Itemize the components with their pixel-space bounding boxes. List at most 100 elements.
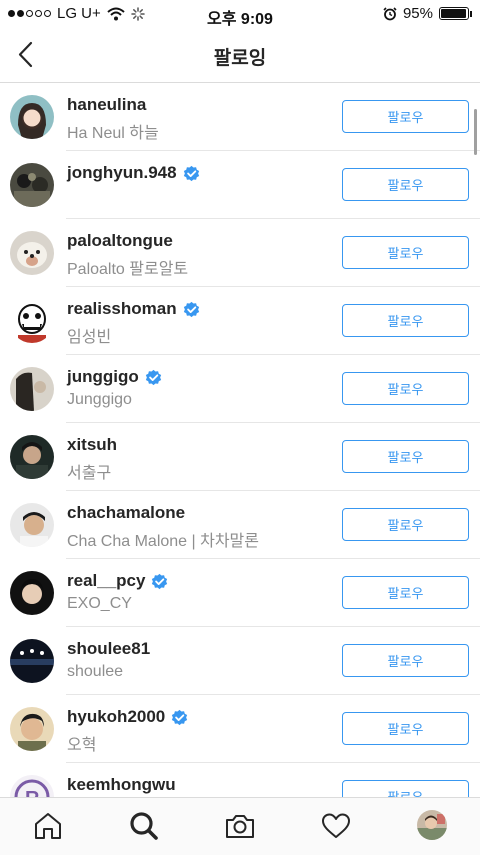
username-line: keemhongwu bbox=[67, 775, 176, 795]
tab-camera[interactable] bbox=[224, 810, 256, 842]
list-item[interactable]: real__pcy EXO_CY 팔로우 bbox=[0, 559, 480, 627]
username-line: xitsuh bbox=[67, 435, 117, 455]
avatar-image: R bbox=[10, 775, 54, 797]
heart-icon bbox=[322, 813, 350, 838]
avatar[interactable] bbox=[10, 231, 54, 275]
username[interactable]: realisshoman bbox=[67, 299, 177, 319]
username-line: junggigo bbox=[67, 367, 162, 387]
follow-button[interactable]: 팔로우 bbox=[342, 576, 469, 609]
username-line: jonghyun.948 bbox=[67, 163, 200, 183]
username[interactable]: hyukoh2000 bbox=[67, 707, 165, 727]
avatar[interactable] bbox=[10, 299, 54, 343]
list-item[interactable]: xitsuh 서출구 팔로우 bbox=[0, 423, 480, 491]
tab-activity[interactable] bbox=[320, 810, 352, 842]
tab-search[interactable] bbox=[128, 810, 160, 842]
follow-button[interactable]: 팔로우 bbox=[342, 100, 469, 133]
avatar[interactable] bbox=[10, 571, 54, 615]
username-line: real__pcy bbox=[67, 571, 168, 591]
avatar-image bbox=[10, 299, 54, 343]
list-item[interactable]: realisshoman 임성빈 팔로우 bbox=[0, 287, 480, 355]
status-right: 95% bbox=[383, 5, 472, 22]
list-item[interactable]: junggigo Junggigo 팔로우 bbox=[0, 355, 480, 423]
verified-badge-icon bbox=[172, 709, 188, 725]
avatar-image bbox=[10, 571, 54, 615]
list-item[interactable]: haneulina Ha Neul 하늘 팔로우 bbox=[0, 83, 480, 151]
verified-badge-icon bbox=[145, 369, 161, 385]
battery-cap bbox=[470, 10, 472, 17]
tab-home[interactable] bbox=[32, 810, 64, 842]
username[interactable]: xitsuh bbox=[67, 435, 117, 455]
avatar-image bbox=[10, 503, 54, 547]
tab-bar bbox=[0, 797, 480, 855]
username[interactable]: shoulee81 bbox=[67, 639, 150, 659]
username[interactable]: paloaltongue bbox=[67, 231, 173, 251]
username-line: haneulina bbox=[67, 95, 146, 115]
username-line: paloaltongue bbox=[67, 231, 173, 251]
home-icon bbox=[35, 813, 61, 839]
list-item[interactable]: shoulee81 shoulee 팔로우 bbox=[0, 627, 480, 695]
full-name: 임성빈 bbox=[67, 329, 112, 346]
list-item[interactable]: chachamalone Cha Cha Malone | 차차말론 팔로우 bbox=[0, 491, 480, 559]
avatar[interactable] bbox=[10, 367, 54, 411]
full-name: Cha Cha Malone | 차차말론 bbox=[67, 533, 259, 550]
username[interactable]: chachamalone bbox=[67, 503, 185, 523]
avatar[interactable] bbox=[10, 163, 54, 207]
battery-percent: 95% bbox=[402, 5, 433, 22]
full-name: Ha Neul 하늘 bbox=[67, 125, 159, 142]
avatar-image bbox=[10, 639, 54, 683]
avatar-image bbox=[10, 163, 54, 207]
username[interactable]: junggigo bbox=[67, 367, 139, 387]
avatar[interactable] bbox=[10, 639, 54, 683]
avatar-image bbox=[10, 231, 54, 275]
follow-button[interactable]: 팔로우 bbox=[342, 304, 469, 337]
avatar-image bbox=[10, 367, 54, 411]
follow-button[interactable]: 팔로우 bbox=[342, 236, 469, 269]
avatar[interactable] bbox=[10, 503, 54, 547]
profile-avatar bbox=[417, 810, 447, 840]
search-icon bbox=[130, 812, 158, 840]
full-name: 서출구 bbox=[67, 465, 112, 482]
tab-profile[interactable] bbox=[417, 810, 447, 840]
avatar[interactable] bbox=[10, 435, 54, 479]
verified-badge-icon bbox=[183, 165, 199, 181]
username-line: chachamalone bbox=[67, 503, 185, 523]
follow-button[interactable]: 팔로우 bbox=[342, 780, 469, 797]
svg-text:R: R bbox=[25, 788, 40, 797]
follow-button[interactable]: 팔로우 bbox=[342, 712, 469, 745]
following-list[interactable]: haneulina Ha Neul 하늘 팔로우 jonghyun.948 팔로… bbox=[0, 83, 480, 797]
avatar[interactable] bbox=[10, 95, 54, 139]
battery-level bbox=[441, 9, 466, 18]
full-name: 오혁 bbox=[67, 737, 97, 754]
navigation-bar: 팔로잉 bbox=[0, 28, 480, 83]
verified-badge-icon bbox=[183, 301, 199, 317]
list-item[interactable]: jonghyun.948 팔로우 bbox=[0, 151, 480, 219]
full-name: shoulee bbox=[67, 663, 124, 680]
avatar-image bbox=[10, 95, 54, 139]
username[interactable]: jonghyun.948 bbox=[67, 163, 177, 183]
avatar-image bbox=[10, 435, 54, 479]
verified-badge-icon bbox=[152, 573, 168, 589]
avatar-image bbox=[10, 707, 54, 751]
username[interactable]: haneulina bbox=[67, 95, 146, 115]
follow-button[interactable]: 팔로우 bbox=[342, 168, 469, 201]
battery-icon bbox=[439, 7, 469, 20]
username-line: realisshoman bbox=[67, 299, 200, 319]
follow-button[interactable]: 팔로우 bbox=[342, 644, 469, 677]
username-line: hyukoh2000 bbox=[67, 707, 188, 727]
status-bar: LG U+ 오후 9:09 95% bbox=[0, 0, 480, 28]
list-item[interactable]: R keemhongwu 팔로우 bbox=[0, 763, 480, 797]
full-name: Paloalto 팔로알토 bbox=[67, 261, 189, 278]
list-item[interactable]: paloaltongue Paloalto 팔로알토 팔로우 bbox=[0, 219, 480, 287]
username[interactable]: keemhongwu bbox=[67, 775, 176, 795]
username[interactable]: real__pcy bbox=[67, 571, 145, 591]
page-title: 팔로잉 bbox=[213, 48, 267, 69]
scrollbar bbox=[474, 109, 477, 155]
follow-button[interactable]: 팔로우 bbox=[342, 440, 469, 473]
follow-button[interactable]: 팔로우 bbox=[342, 372, 469, 405]
follow-button[interactable]: 팔로우 bbox=[342, 508, 469, 541]
list-item[interactable]: hyukoh2000 오혁 팔로우 bbox=[0, 695, 480, 763]
camera-icon bbox=[226, 815, 254, 838]
full-name: Junggigo bbox=[67, 391, 132, 408]
avatar[interactable]: R bbox=[10, 775, 54, 797]
avatar[interactable] bbox=[10, 707, 54, 751]
